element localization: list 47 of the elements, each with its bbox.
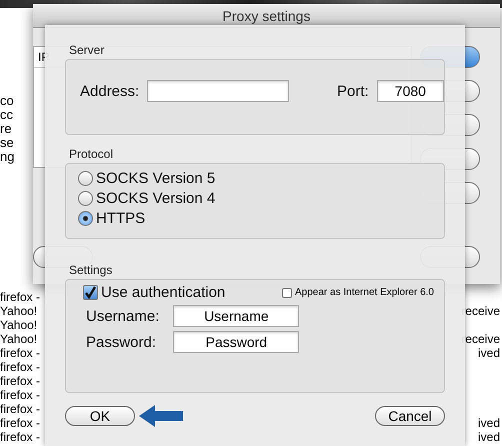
log-text: ived [478, 430, 500, 444]
log-text: receive [461, 332, 500, 346]
port-field[interactable]: 7080 [376, 80, 444, 102]
field-label: Username: [86, 308, 160, 324]
radio-label: HTTPS [96, 210, 146, 227]
window-title: Proxy settings [222, 8, 310, 24]
log-source: firefox - [0, 430, 40, 444]
log-source: firefox - [0, 374, 40, 388]
log-source: firefox - [0, 416, 40, 430]
log-text: ng [0, 150, 16, 164]
log-source: Yahoo! [0, 318, 38, 332]
radio-label: SOCKS Version 4 [96, 190, 216, 207]
address-field[interactable] [147, 80, 290, 102]
arrow-icon [139, 405, 183, 427]
log-source: Yahoo! [0, 332, 38, 346]
checkbox[interactable] [282, 288, 292, 298]
checkbox-label: Use authentication [101, 284, 226, 301]
cancel-button[interactable]: Cancel [375, 406, 445, 426]
checkbox-label: Appear as Internet Explorer 6.0 [295, 287, 434, 298]
radio-button[interactable] [78, 191, 93, 206]
log-text: cc [0, 108, 14, 122]
log-text: re [0, 122, 13, 136]
group-label: Protocol [69, 147, 114, 161]
log-source: firefox - [0, 388, 40, 402]
log-text: receive [461, 304, 500, 318]
radio-button[interactable] [78, 211, 93, 226]
log-text: se [0, 136, 15, 150]
log-source: firefox - [0, 402, 40, 416]
checkmark-icon [84, 286, 97, 299]
group-label: Settings [69, 263, 114, 277]
log-source: firefox - [0, 346, 40, 360]
field-label: Address: [80, 82, 140, 100]
radio-button[interactable] [78, 171, 93, 186]
log-source: firefox - [0, 360, 40, 374]
log-text: co [0, 94, 15, 108]
log-text: ived [478, 416, 500, 430]
username-field[interactable]: Username [173, 305, 300, 327]
radio-label: SOCKS Version 5 [96, 170, 216, 187]
log-source: firefox - [0, 290, 40, 304]
log-source: Yahoo! [0, 304, 38, 318]
checkbox[interactable] [83, 285, 98, 300]
field-label: Password: [86, 334, 158, 350]
field-label: Port: [337, 82, 369, 100]
group-label: Server [69, 43, 106, 57]
ok-button[interactable]: OK [65, 406, 135, 426]
log-text: ived [478, 346, 500, 360]
password-field[interactable]: Password [173, 331, 300, 353]
